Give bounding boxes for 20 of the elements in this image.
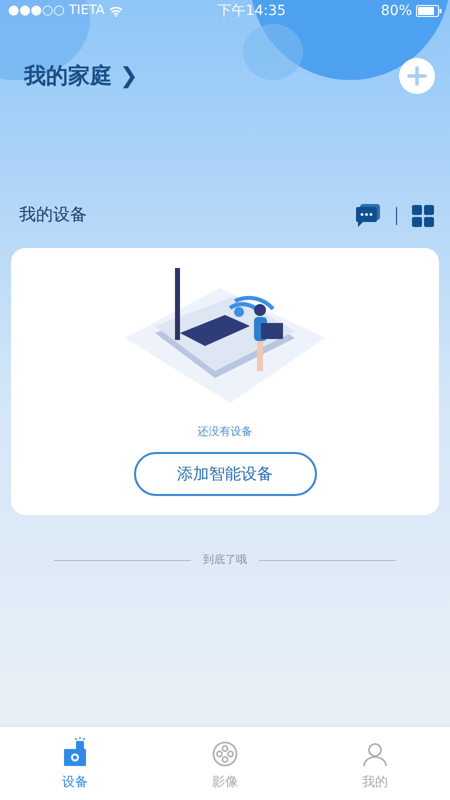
camera-icon (63, 736, 87, 766)
tab-item[interactable]: 影像 (150, 727, 300, 800)
status-time: 下午14:35 (218, 2, 286, 20)
home-selector[interactable]: 我的家庭 ❯ (24, 60, 138, 92)
person-icon (362, 740, 388, 766)
end-of-list-text: 到底了哦 (203, 552, 247, 568)
plus-icon (407, 66, 427, 86)
chat-icon[interactable] (355, 204, 381, 228)
grid-view-icon[interactable] (412, 205, 434, 227)
empty-message: 还没有设备 (198, 424, 252, 440)
battery-icon (416, 5, 442, 17)
carrier-name: ●●●○○ TIETA (8, 2, 105, 20)
add-button[interactable] (399, 58, 435, 94)
wifi-icon (108, 6, 123, 16)
tab-item[interactable]: 我的 (300, 727, 450, 800)
film-reel-icon (212, 740, 238, 766)
battery-percent: 80% (380, 2, 412, 20)
tab-item[interactable]: 设备 (0, 727, 150, 800)
section-title: 我的设备 (19, 204, 87, 228)
add-device-button[interactable]: 添加智能设备 (134, 452, 316, 496)
